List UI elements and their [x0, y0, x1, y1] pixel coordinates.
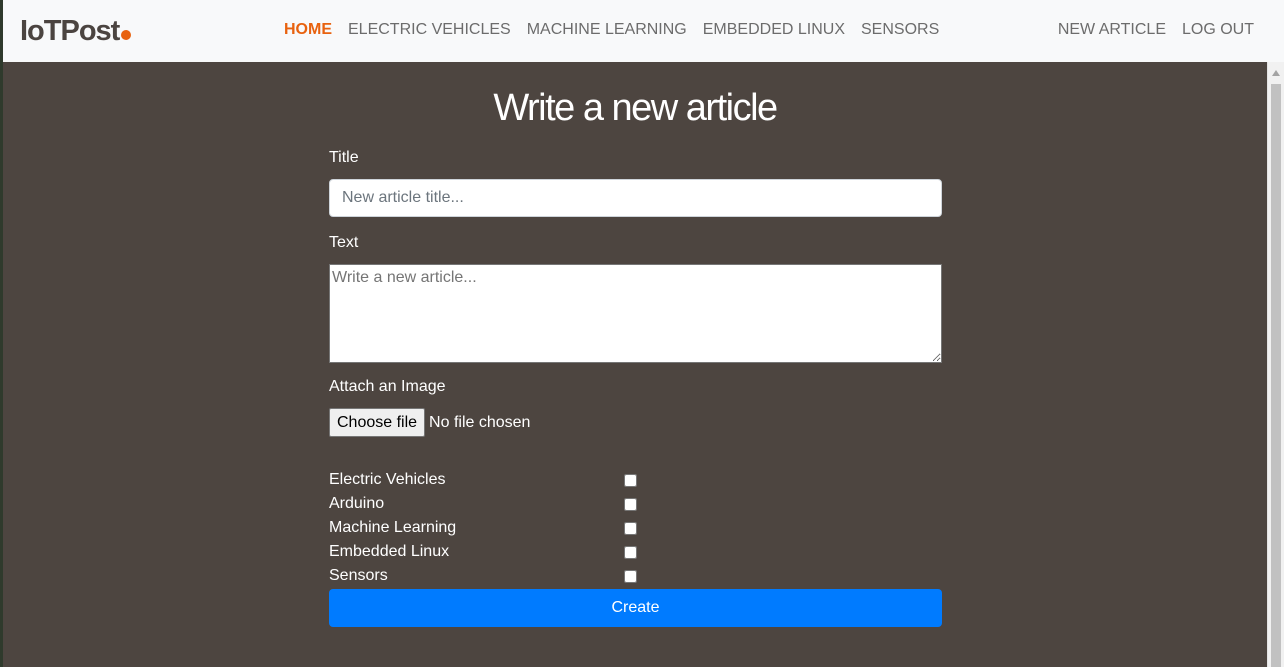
nav-link-embedded-linux[interactable]: EMBEDDED LINUX [695, 20, 853, 40]
brand-logo[interactable]: IoTPost [20, 14, 132, 48]
category-row-electric-vehicles: Electric Vehicles [329, 468, 942, 492]
nav-link-sensors[interactable]: SENSORS [853, 20, 947, 40]
user-nav: NEW ARTICLE LOG OUT [1050, 20, 1262, 40]
title-label: Title [329, 149, 359, 166]
page-title: Write a new article [493, 87, 778, 129]
category-label: Sensors [329, 567, 388, 584]
top-navbar: IoTPost HOME ELECTRIC VEHICLES MACHINE L… [3, 0, 1284, 62]
main-content: Write a new article Title Text Attach an… [3, 62, 1267, 667]
category-row-machine-learning: Machine Learning [329, 516, 942, 540]
scroll-up-arrow-icon[interactable] [1272, 70, 1280, 76]
nav-link-machine-learning[interactable]: MACHINE LEARNING [519, 20, 695, 40]
category-label: Arduino [329, 495, 385, 512]
article-text-area[interactable] [329, 264, 942, 363]
choose-file-button[interactable]: Choose file [329, 408, 426, 437]
brand-dot-icon [121, 30, 132, 40]
title-input[interactable] [329, 179, 942, 217]
category-checkbox-arduino[interactable] [624, 498, 637, 511]
vertical-scrollbar[interactable] [1267, 62, 1284, 667]
file-status: No file chosen [429, 413, 531, 431]
category-label: Machine Learning [329, 519, 457, 536]
category-checkbox-embedded-linux[interactable] [624, 546, 637, 559]
category-checkbox-sensors[interactable] [624, 570, 637, 583]
category-row-arduino: Arduino [329, 492, 942, 516]
category-row-sensors: Sensors [329, 564, 942, 588]
nav-link-home[interactable]: HOME [276, 20, 340, 40]
category-row-embedded-linux: Embedded Linux [329, 540, 942, 564]
category-checkbox-electric-vehicles[interactable] [624, 474, 637, 487]
text-label: Text [329, 234, 359, 251]
image-label: Attach an Image [329, 378, 446, 395]
brand-name: IoTPost [20, 15, 120, 47]
category-checkbox-machine-learning[interactable] [624, 522, 637, 535]
nav-link-new-article[interactable]: NEW ARTICLE [1050, 20, 1174, 40]
file-input: Choose file No file chosen [329, 408, 530, 437]
scrollbar-thumb[interactable] [1271, 84, 1281, 667]
nav-link-log-out[interactable]: LOG OUT [1174, 20, 1262, 40]
create-button[interactable]: Create [329, 589, 942, 627]
main-nav: HOME ELECTRIC VEHICLES MACHINE LEARNING … [276, 20, 947, 40]
category-label: Electric Vehicles [329, 471, 446, 488]
nav-link-electric-vehicles[interactable]: ELECTRIC VEHICLES [340, 20, 519, 40]
category-label: Embedded Linux [329, 543, 450, 560]
